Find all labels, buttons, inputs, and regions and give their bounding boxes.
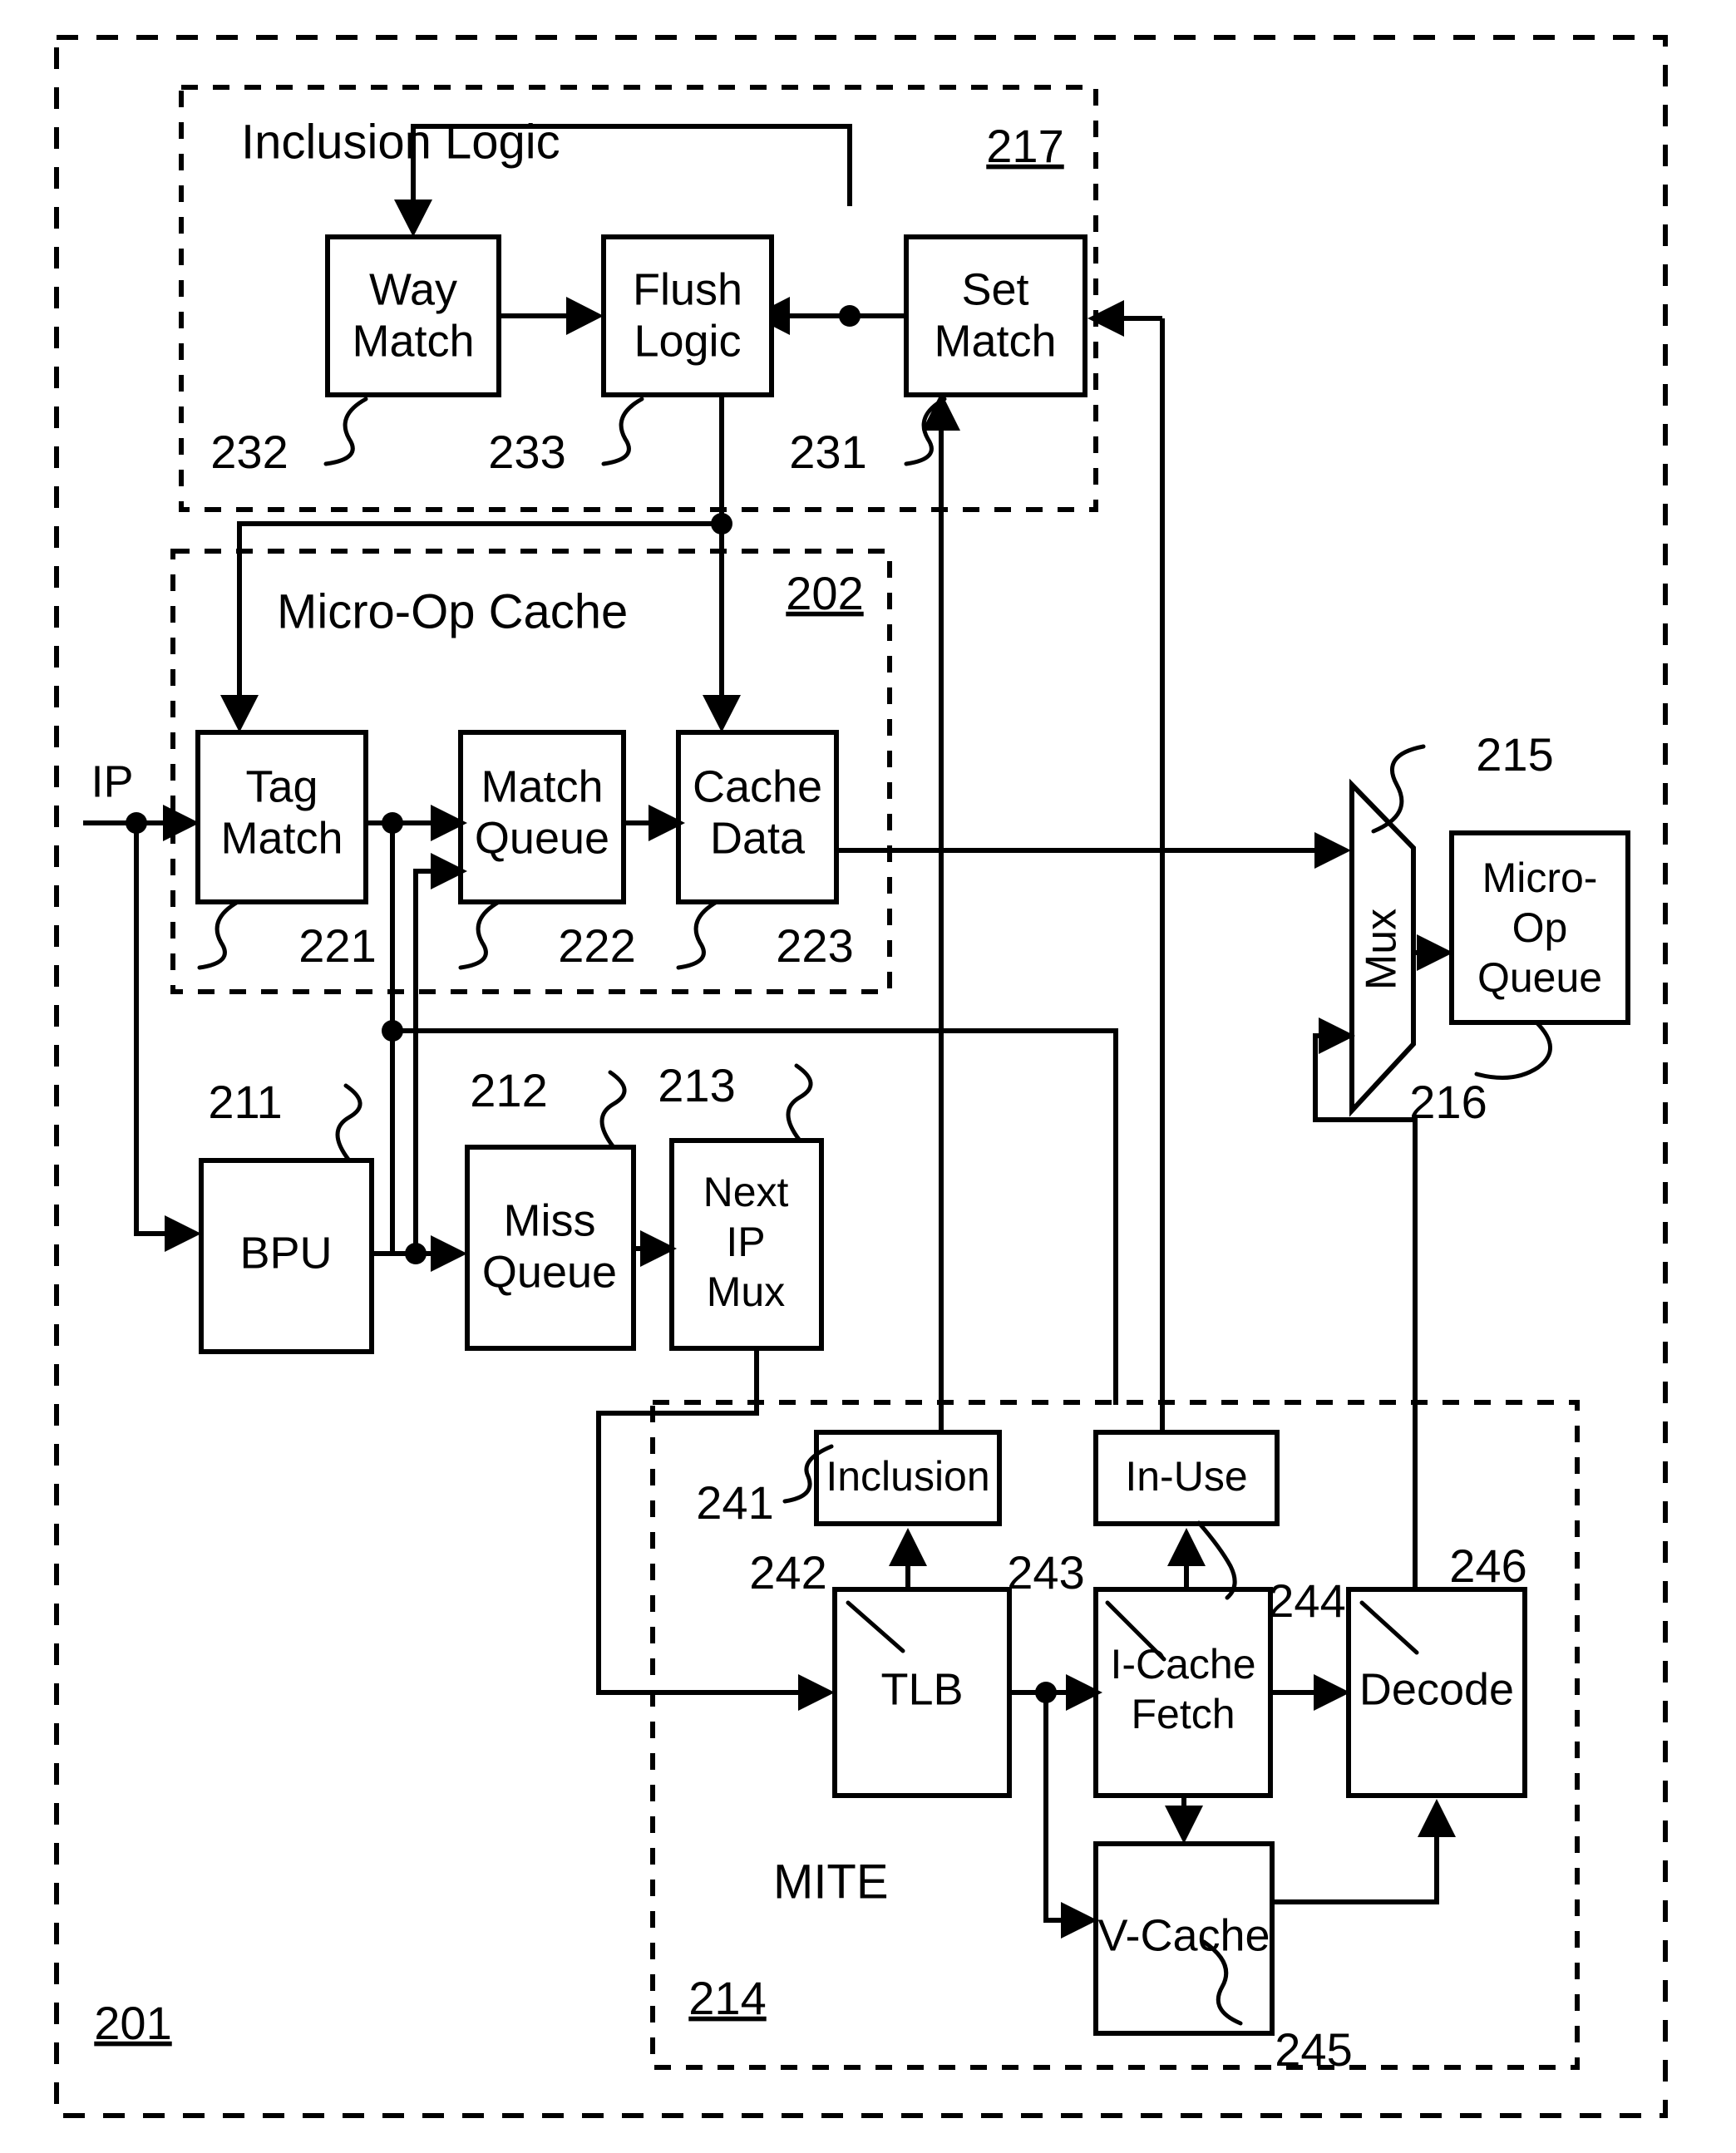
way-match-label-2: Match [352, 316, 474, 366]
leader-244 [1196, 1520, 1237, 1600]
ref-223: 223 [776, 919, 853, 972]
leader-216 [1474, 1020, 1552, 1080]
arrow-into-decode-bottom [1418, 1799, 1456, 1837]
leader-222 [458, 899, 501, 970]
leader-233 [601, 397, 644, 466]
set-match-label-2: Match [934, 316, 1056, 366]
miss-queue-label-1: Miss [504, 1195, 596, 1245]
arrow-into-tag-match [220, 695, 259, 732]
tlb-label: TLB [880, 1664, 963, 1714]
next-ip-mux-label-2: IP [726, 1219, 765, 1265]
tag-match-label-1: Tag [245, 761, 318, 811]
inclusion-label: Inclusion [826, 1453, 989, 1500]
ref-216: 216 [1409, 1076, 1487, 1128]
arrow-into-cache-data [703, 695, 741, 732]
leader-223 [676, 899, 719, 970]
ref-241: 241 [696, 1476, 773, 1529]
wire-flush-to-tagmatch [237, 395, 724, 713]
wire-tagmatch-down-to-missqueue [390, 823, 449, 1256]
mux-label: Mux [1358, 909, 1406, 990]
junction-dot-flush-branch [711, 513, 732, 535]
ref-212: 212 [470, 1064, 547, 1116]
arrow-into-way-match [394, 200, 432, 237]
micro-op-queue-label-2: Op [1512, 904, 1568, 951]
arrow-into-v-cache-left [1061, 1902, 1097, 1939]
ref-211: 211 [208, 1076, 282, 1128]
decode-label: Decode [1359, 1664, 1514, 1714]
arrow-into-in-use [1167, 1528, 1206, 1566]
micro-op-queue-label-3: Queue [1477, 954, 1602, 1001]
ref-215: 215 [1476, 728, 1553, 781]
miss-queue-label-2: Queue [482, 1247, 617, 1297]
cache-data-label-1: Cache [693, 761, 822, 811]
bpu-label: BPU [239, 1228, 332, 1278]
arrow-into-mux-top [1314, 832, 1351, 869]
group-ref-217: 217 [986, 120, 1063, 172]
arrow-into-decode [1314, 1674, 1350, 1711]
leader-213 [786, 1063, 813, 1143]
ref-232: 232 [210, 426, 288, 478]
arrow-into-inclusion [889, 1528, 927, 1566]
micro-op-queue-label-1: Micro- [1482, 855, 1598, 901]
group-ref-202: 202 [786, 567, 863, 619]
ref-233: 233 [488, 426, 565, 478]
arrow-into-bpu [165, 1215, 201, 1252]
arrow-into-set-match-right [1087, 300, 1124, 337]
flush-logic-label-2: Logic [634, 316, 741, 366]
arrow-into-micro-op-queue [1417, 934, 1453, 971]
group-title-micro-op-cache: Micro-Op Cache [277, 584, 628, 638]
patent-figure: Way Match Flush Logic Set Match 232 233 … [0, 0, 1736, 2153]
flush-logic-label-1: Flush [633, 264, 742, 314]
leader-211 [335, 1083, 362, 1163]
junction-dot-bpu-out [405, 1243, 427, 1264]
in-use-label: In-Use [1125, 1453, 1247, 1500]
icache-fetch-label-2: Fetch [1131, 1691, 1235, 1737]
wire-tlb-to-vcache [1043, 1692, 1078, 1923]
arrow-into-tlb [798, 1674, 835, 1711]
group-ref-214: 214 [688, 1972, 766, 2024]
leader-221 [197, 899, 240, 970]
group-title-inclusion-logic: Inclusion Logic [241, 115, 560, 169]
set-match-label-1: Set [961, 264, 1028, 314]
arrow-into-flush-logic [566, 297, 604, 335]
wire-missqueue-back-to-matchqueue [413, 869, 449, 1254]
arrow-into-tag-match-left [163, 805, 200, 841]
ref-222: 222 [558, 919, 635, 972]
v-cache-label: V-Cache [1097, 1910, 1270, 1960]
cache-data-label-2: Data [710, 813, 806, 863]
match-queue-label-1: Match [481, 761, 603, 811]
wire-vcache-to-decode [1272, 1819, 1439, 1904]
leader-232 [323, 397, 368, 466]
leader-212 [599, 1070, 627, 1150]
ref-242: 242 [749, 1546, 826, 1599]
match-queue-label-2: Queue [475, 813, 609, 863]
next-ip-mux-label-1: Next [703, 1169, 789, 1215]
ref-213: 213 [658, 1059, 735, 1111]
ref-243: 243 [1007, 1546, 1084, 1599]
ref-221: 221 [298, 919, 376, 972]
signal-label-ip: IP [91, 756, 133, 806]
ref-244: 244 [1268, 1574, 1345, 1627]
way-match-label-1: Way [369, 264, 457, 314]
arrow-into-v-cache-top [1165, 1806, 1203, 1844]
outer-ref-201: 201 [94, 1997, 171, 2049]
ref-245: 245 [1275, 2023, 1352, 2076]
icache-fetch-label-1: I-Cache [1110, 1641, 1255, 1687]
ref-246: 246 [1449, 1540, 1526, 1592]
group-title-mite: MITE [773, 1855, 889, 1909]
wire-ip-to-bpu [134, 823, 181, 1236]
junction-dot-setmatch-flush [839, 305, 861, 327]
diagram-canvas: Way Match Flush Logic Set Match 232 233 … [54, 35, 1668, 2118]
next-ip-mux-label-3: Mux [707, 1269, 785, 1315]
tag-match-label-2: Match [220, 813, 343, 863]
ref-231: 231 [789, 426, 866, 478]
